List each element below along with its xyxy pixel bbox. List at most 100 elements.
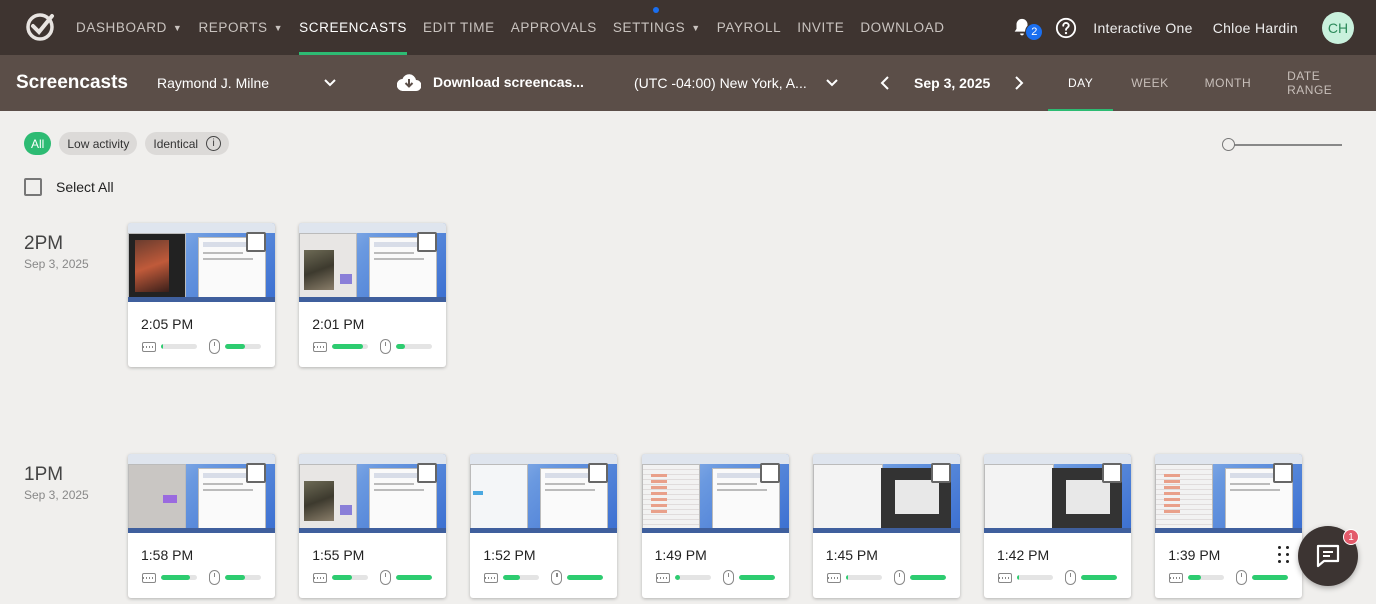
mouse-icon [380, 570, 392, 585]
tab-week[interactable]: WEEK [1113, 55, 1186, 111]
chevron-down-icon: ▼ [172, 22, 183, 33]
thumb-window [641, 464, 700, 530]
nav-item-download[interactable]: DOWNLOAD [860, 0, 944, 55]
keyboard-activity-bar [503, 575, 540, 580]
mouse-activity-bar [396, 575, 433, 580]
timezone-select[interactable]: (UTC -04:00) New York, A... [634, 75, 839, 91]
chat-unread-badge: 1 [1343, 529, 1359, 545]
user-name[interactable]: Chloe Hardin [1213, 20, 1298, 36]
screenshot-card[interactable]: 1:42 PM [984, 454, 1131, 598]
screenshot-checkbox[interactable] [759, 463, 780, 483]
next-date-button[interactable] [1012, 73, 1026, 93]
screenshot-card[interactable]: 1:52 PM [470, 454, 618, 598]
thumbnail-size-slider[interactable] [1222, 137, 1342, 151]
screenshot-checkbox[interactable] [417, 232, 438, 252]
nav-item-payroll[interactable]: PAYROLL [717, 0, 781, 55]
screenshot-time: 2:05 PM [141, 316, 194, 332]
nav-item-label: APPROVALS [510, 20, 597, 35]
chevron-right-icon [1015, 76, 1024, 90]
keyboard-icon [655, 572, 670, 583]
download-screencasts-button[interactable]: Download screencas... [397, 73, 584, 91]
tab-day[interactable]: DAY [1048, 55, 1114, 111]
app-logo-icon[interactable] [24, 10, 56, 42]
screenshot-card[interactable]: 1:49 PM [641, 454, 789, 598]
mouse-icon [1065, 570, 1076, 585]
member-select[interactable]: Raymond J. Milne [157, 75, 337, 91]
keyboard-icon [484, 572, 499, 583]
thumb-bottom-bar [984, 528, 1131, 533]
previous-date-button[interactable] [878, 73, 892, 93]
screenshot-time: 1:49 PM [654, 547, 707, 563]
keyboard-activity-bar [674, 575, 711, 580]
keyboard-icon [142, 572, 156, 583]
date-navigator: Sep 3, 2025 [878, 73, 1026, 93]
screenshot-time: 1:52 PM [483, 547, 536, 563]
filter-chip-low-activity[interactable]: Low activity [59, 132, 138, 155]
slider-thumb[interactable] [1222, 138, 1235, 151]
cloud-download-icon [397, 74, 421, 91]
nav-item-label: SCREENCASTS [299, 20, 408, 35]
select-all-checkbox[interactable] [24, 178, 42, 196]
screenshot-time: 1:45 PM [825, 547, 878, 563]
main-nav: DASHBOARD ▼ REPORTS ▼ SCREENCASTS EDIT TIME AP… [76, 0, 961, 55]
tab-date-range[interactable]: DATE RANGE [1269, 55, 1376, 111]
chevron-down-icon [324, 79, 336, 87]
thumb-window [299, 233, 358, 299]
nav-item-edit-time[interactable]: EDIT TIME [423, 0, 495, 55]
keyboard-activity-bar [1188, 575, 1225, 580]
screenshot-card[interactable]: 2:01 PM [299, 223, 447, 367]
activity-meters [313, 570, 433, 585]
chat-icon [1316, 544, 1340, 568]
screenshot-time: 2:01 PM [312, 316, 365, 332]
select-all[interactable]: Select All [24, 178, 114, 196]
screenshot-card[interactable]: 1:45 PM [812, 454, 960, 598]
screenshot-card[interactable]: 1:39 PM [1155, 454, 1303, 598]
select-all-label: Select All [56, 179, 114, 195]
keyboard-activity-bar [332, 575, 369, 580]
nav-item-settings[interactable]: SETTINGS ▼ [613, 0, 701, 55]
screenshot-checkbox[interactable] [588, 463, 609, 483]
nav-item-dashboard[interactable]: DASHBOARD ▼ [76, 0, 182, 55]
org-name[interactable]: Interactive One [1093, 20, 1192, 36]
keyboard-icon [313, 341, 328, 352]
screenshot-time: 1:42 PM [997, 547, 1050, 563]
new-indicator-dot [652, 7, 659, 13]
drag-handle-icon[interactable] [1278, 546, 1292, 566]
screencasts-toolbar: Screencasts Raymond J. Milne Download sc… [0, 55, 1376, 111]
screenshot-checkbox[interactable] [1102, 463, 1122, 483]
screenshot-card[interactable]: 2:05 PM [128, 223, 275, 367]
screenshot-checkbox[interactable] [246, 232, 266, 252]
mouse-icon [209, 570, 220, 585]
thumb-window [128, 233, 186, 299]
keyboard-activity-bar [1017, 575, 1053, 580]
avatar[interactable]: CH [1322, 11, 1354, 44]
mouse-icon [551, 570, 563, 585]
download-label: Download screencas... [433, 74, 584, 90]
nav-item-invite[interactable]: INVITE [797, 0, 844, 55]
screenshot-checkbox[interactable] [930, 463, 951, 483]
nav-item-screencasts[interactable]: SCREENCASTS [299, 0, 407, 55]
nav-item-label: REPORTS [198, 20, 268, 35]
screenshot-card[interactable]: 1:58 PM [128, 454, 275, 598]
keyboard-icon [1169, 572, 1184, 583]
help-icon[interactable] [1055, 17, 1077, 39]
activity-meters [655, 570, 775, 585]
filter-chip-identical[interactable]: Identical i [145, 132, 230, 155]
hour-group-label: 2PM Sep 3, 2025 [24, 233, 89, 271]
nav-item-approvals[interactable]: APPROVALS [511, 0, 597, 55]
screenshot-checkbox[interactable] [417, 463, 438, 483]
filter-chip-all[interactable]: All [24, 132, 52, 155]
member-select-value: Raymond J. Milne [157, 75, 270, 91]
thumb-window [1155, 464, 1214, 530]
screenshot-card[interactable]: 1:55 PM [299, 454, 447, 598]
current-date[interactable]: Sep 3, 2025 [914, 75, 990, 91]
screenshot-checkbox[interactable] [1273, 463, 1294, 483]
info-icon[interactable]: i [206, 136, 222, 151]
filter-chip-label: Low activity [67, 136, 130, 151]
screenshot-checkbox[interactable] [246, 463, 266, 483]
tab-month[interactable]: MONTH [1187, 55, 1270, 111]
nav-item-label: DOWNLOAD [860, 20, 945, 35]
nav-item-reports[interactable]: REPORTS ▼ [198, 0, 283, 55]
notifications-button[interactable]: 2 [1011, 17, 1044, 41]
keyboard-icon [313, 572, 328, 583]
